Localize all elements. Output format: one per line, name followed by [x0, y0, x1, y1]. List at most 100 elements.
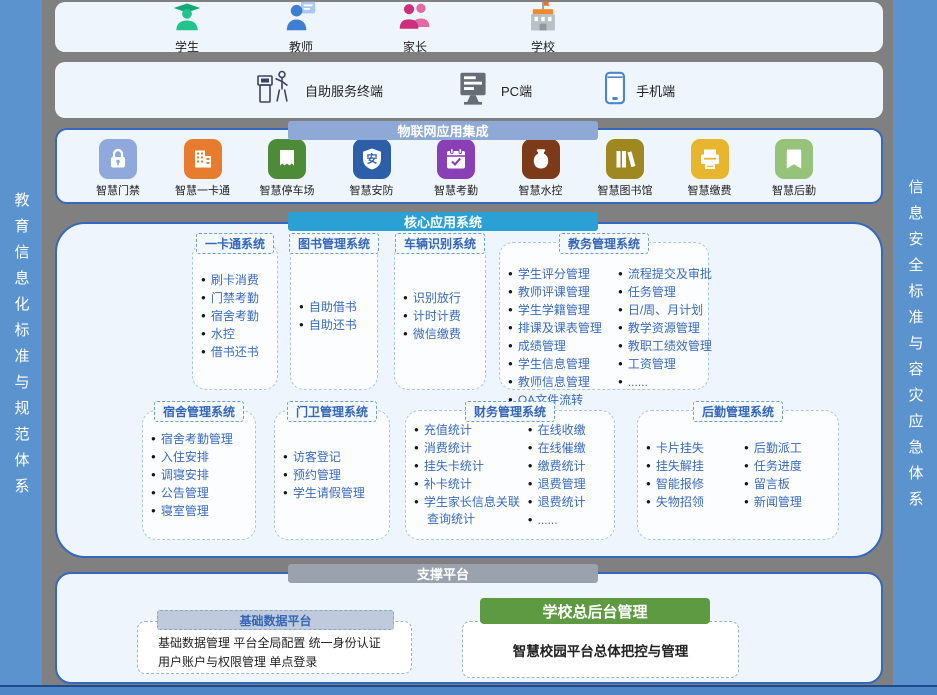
- logistics-bookmark-icon: [775, 139, 813, 179]
- list-item: 失物招领: [646, 493, 742, 511]
- system-card-body: 识别放行计时计费微信缴费: [395, 289, 485, 343]
- feature-list: 自助借书自助还书: [299, 298, 357, 334]
- user-label: 学校: [531, 38, 555, 55]
- phone-icon: [604, 71, 626, 110]
- list-item: 后勤派工: [744, 439, 836, 457]
- list-item: 在线催缴: [528, 439, 614, 457]
- iot-item: 智慧缴费: [671, 139, 749, 198]
- devices-panel: 自助服务终端 PC端 手机端: [55, 62, 883, 118]
- list-item: 学生信息管理: [508, 355, 616, 373]
- system-card-title: 宿舍管理系统: [154, 401, 244, 422]
- system-card-title: 后勤管理系统: [693, 401, 783, 422]
- iot-label: 智慧一卡通: [175, 182, 230, 198]
- student-icon: [171, 0, 203, 37]
- system-card-title: 图书管理系统: [289, 233, 379, 254]
- kiosk-icon: [255, 68, 295, 113]
- feature-list: 学生评分管理教师评课管理学生学籍管理排课及课表管理成绩管理学生信息管理教师信息管…: [508, 265, 616, 409]
- library-books-icon: [606, 139, 644, 179]
- device-item: 自助服务终端: [255, 68, 383, 113]
- iot-item: 智慧门禁: [79, 139, 157, 198]
- base-platform-line: 用户账户与权限管理 单点登录: [158, 653, 411, 672]
- base-platform-line: 基础数据管理 平台全局配置 统一身份认证: [158, 634, 411, 653]
- feature-list: 访客登记预约管理学生请假管理: [283, 448, 365, 502]
- system-card-body: 刷卡消费门禁考勤宿舍考勤水控借书还书: [193, 271, 277, 361]
- list-item: ......: [618, 373, 708, 391]
- core-section-header: 核心应用系统: [288, 212, 598, 231]
- list-item: 留言板: [744, 475, 836, 493]
- system-card-body: 自助借书自助还书: [291, 298, 377, 334]
- iot-section-header: 物联网应用集成: [288, 121, 598, 140]
- list-item: 访客登记: [283, 448, 365, 466]
- list-item: 学生学籍管理: [508, 301, 616, 319]
- feature-list: 识别放行计时计费微信缴费: [403, 289, 461, 343]
- system-card: 车辆识别系统识别放行计时计费微信缴费: [394, 242, 486, 390]
- list-item: 排课及课表管理: [508, 319, 616, 337]
- users-row: 学生教师 家长学校: [55, 2, 883, 52]
- bottom-base-bar: [0, 685, 937, 695]
- device-item: 手机端: [604, 71, 675, 110]
- list-item: 任务管理: [618, 283, 708, 301]
- device-label: 自助服务终端: [305, 81, 383, 100]
- list-item: 教师信息管理: [508, 373, 616, 391]
- feature-list: 后勤派工任务进度留言板新闻管理: [744, 439, 836, 511]
- onecard-building-icon: [184, 139, 222, 179]
- iot-item: 智慧停车场: [248, 139, 326, 198]
- list-item: 微信缴费: [403, 325, 461, 343]
- list-item: 缴费统计: [528, 457, 614, 475]
- system-card-title: 教务管理系统: [559, 233, 649, 254]
- left-sidebar-label: 教育信息化标准与规范体系: [11, 192, 32, 504]
- smart-campus-architecture-diagram: 教育信息化标准与规范体系 信息安全标准与容灾应急体系 学生教师 家长学校 自助服务…: [0, 0, 937, 695]
- iot-label: 智慧停车场: [260, 182, 315, 198]
- iot-label: 智慧后勤: [772, 182, 816, 198]
- user-item: 学生: [155, 0, 219, 55]
- iot-label: 智慧图书馆: [598, 182, 653, 198]
- iot-label: 智慧安防: [350, 182, 394, 198]
- list-item: 宿舍考勤管理: [151, 430, 233, 448]
- teacher-icon: [285, 0, 317, 37]
- parents-icon: [398, 0, 432, 37]
- svg-text:安: 安: [366, 152, 377, 166]
- list-item: 在线收缴: [528, 421, 614, 439]
- list-item: 自助还书: [299, 316, 357, 334]
- list-item: 宿舍考勤: [201, 307, 259, 325]
- list-item: 智能报修: [646, 475, 742, 493]
- list-item: 识别放行: [403, 289, 461, 307]
- list-item: 调寝安排: [151, 466, 233, 484]
- list-item: 门禁考勤: [201, 289, 259, 307]
- feature-list: 充值统计消费统计挂失卡统计补卡统计学生家长信息关联查询统计: [414, 421, 526, 529]
- attendance-calendar-icon: [437, 139, 475, 179]
- iot-row: 智慧门禁智慧一卡通智慧停车场安智慧安防智慧考勤智慧水控智慧图书馆智慧缴费智慧后勤: [57, 130, 881, 198]
- right-sidebar-label: 信息安全标准与容灾应急体系: [905, 179, 926, 517]
- school-icon: [526, 0, 560, 37]
- security-shield-icon: 安: [353, 139, 391, 179]
- system-card: 门卫管理系统访客登记预约管理学生请假管理: [274, 410, 390, 540]
- iot-item: 智慧后勤: [755, 139, 833, 198]
- feature-list: 流程提交及审批任务管理日/周、月计划教学资源管理教职工绩效管理工资管理.....…: [618, 265, 708, 409]
- iot-label: 智慧水控: [519, 182, 563, 198]
- feature-list: 刷卡消费门禁考勤宿舍考勤水控借书还书: [201, 271, 259, 361]
- list-item: 水控: [201, 325, 259, 343]
- list-item: 公告管理: [151, 484, 233, 502]
- pc-icon: [455, 70, 491, 111]
- list-item: 流程提交及审批: [618, 265, 708, 283]
- list-item: 日/周、月计划: [618, 301, 708, 319]
- user-item: 家长: [383, 0, 447, 55]
- list-item: 挂失卡统计: [414, 457, 526, 475]
- system-card: 教务管理系统学生评分管理教师评课管理学生学籍管理排课及课表管理成绩管理学生信息管…: [499, 242, 709, 390]
- list-item: 自助借书: [299, 298, 357, 316]
- list-item: 卡片挂失: [646, 439, 742, 457]
- device-label: 手机端: [636, 81, 675, 100]
- base-data-platform-title: 基础数据平台: [157, 610, 394, 630]
- system-card: 宿舍管理系统宿舍考勤管理入住安排调寝安排公告管理寝室管理: [142, 410, 256, 540]
- list-item: 学生家长信息关联查询统计: [414, 493, 526, 528]
- school-admin-title: 学校总后台管理: [480, 598, 710, 624]
- right-security-sidebar: 信息安全标准与容灾应急体系: [893, 0, 937, 695]
- user-label: 教师: [289, 38, 313, 55]
- list-item: 成绩管理: [508, 337, 616, 355]
- list-item: 刷卡消费: [201, 271, 259, 289]
- device-label: PC端: [501, 81, 532, 100]
- list-item: 消费统计: [414, 439, 526, 457]
- support-section-header: 支撑平台: [288, 564, 598, 583]
- system-card: 图书管理系统自助借书自助还书: [290, 242, 378, 390]
- system-card: 一卡通系统刷卡消费门禁考勤宿舍考勤水控借书还书: [192, 242, 278, 390]
